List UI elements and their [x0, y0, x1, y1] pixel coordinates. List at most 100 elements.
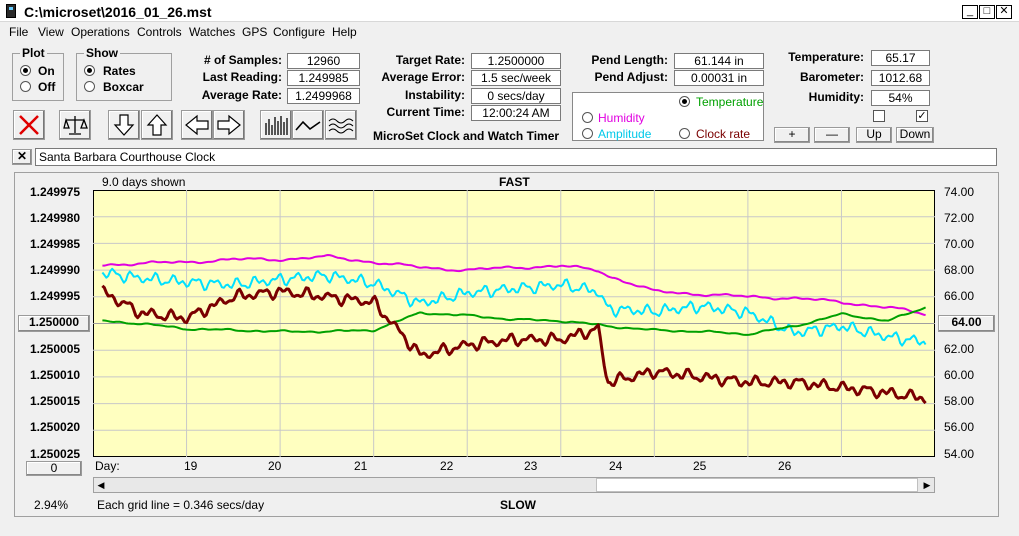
left-y-tick: 1.250025 [30, 447, 81, 461]
red-x-icon [19, 115, 39, 135]
instability-label: Instability: [404, 88, 465, 102]
plot-on-radio[interactable] [20, 65, 31, 76]
balance-button[interactable] [59, 110, 91, 140]
right-y-tick: 58.00 [944, 394, 975, 408]
waves-icon [328, 118, 354, 134]
up-arrow-button[interactable] [141, 110, 173, 140]
arrow-up-icon [146, 114, 168, 136]
pend-length-label: Pend Length: [591, 53, 668, 67]
x-tick: 19 [184, 459, 198, 473]
average-error-field: 1.5 sec/week [471, 70, 561, 86]
samples-field: 12960 [287, 53, 360, 69]
day-label: Day: [95, 459, 120, 473]
scroll-thumb[interactable] [596, 478, 918, 492]
x-tick: 20 [268, 459, 282, 473]
pend-adjust-label: Pend Adjust: [594, 70, 668, 84]
menu-configure[interactable]: Configure [273, 25, 325, 39]
bar-graph-icon [265, 116, 288, 135]
menu-controls[interactable]: Controls [137, 25, 182, 39]
days-shown-label: 9.0 days shown [102, 175, 186, 189]
minus-button[interactable]: — [814, 127, 850, 143]
instability-field: 0 secs/day [471, 88, 561, 104]
right-y-tick: 72.00 [944, 211, 975, 225]
rates-label: Rates [103, 64, 136, 78]
plot-area [93, 190, 935, 457]
right-y-tick: 68.00 [944, 263, 975, 277]
right-y-tick: 66.00 [944, 289, 975, 303]
average-rate-label: Average Rate: [201, 88, 282, 102]
humidity-field: 54% [871, 90, 930, 106]
arrow-down-icon [113, 114, 135, 136]
x-tick: 26 [778, 459, 792, 473]
plot-off-label: Off [38, 80, 56, 94]
show-group-label: Show [84, 46, 120, 60]
temperature-field: 65.17 [871, 50, 930, 66]
up-button[interactable]: Up [856, 127, 892, 143]
grid-note: Each grid line = 0.346 secs/day [97, 498, 265, 512]
left-y-tick: 1.250010 [30, 368, 81, 382]
stop-button[interactable] [13, 110, 45, 140]
bars-button[interactable] [260, 110, 292, 140]
menu-gps[interactable]: GPS [242, 25, 267, 39]
x-tick: 25 [693, 459, 707, 473]
zero-button[interactable]: 0 [26, 461, 82, 476]
temperature-radio[interactable] [679, 96, 690, 107]
barometer-label: Barometer: [799, 70, 864, 84]
wave-button[interactable] [325, 110, 357, 140]
menu-watches[interactable]: Watches [189, 25, 235, 39]
rates-radio[interactable] [84, 65, 95, 76]
left-y-tick: 1.250005 [30, 342, 81, 356]
plot-on-label: On [38, 64, 55, 78]
percent-label: 2.94% [34, 498, 69, 512]
left-y-tick: 1.250020 [30, 420, 81, 434]
maximize-button[interactable]: □ [979, 5, 995, 19]
checkbox-right[interactable]: ✓ [916, 110, 928, 122]
center-rate-button[interactable]: 1.250000 [18, 315, 90, 332]
clock-rate-radio[interactable] [679, 128, 690, 139]
x-tick: 21 [354, 459, 368, 473]
plot-group-label: Plot [20, 46, 47, 60]
boxcar-radio[interactable] [84, 81, 95, 92]
amplitude-radio[interactable] [582, 128, 593, 139]
menu-file[interactable]: File [9, 25, 28, 39]
left-y-tick: 1.249975 [30, 185, 81, 199]
down-arrow-button[interactable] [108, 110, 140, 140]
average-rate-field: 1.2499968 [287, 88, 360, 104]
clock-rate-option-label: Clock rate [696, 127, 751, 141]
last-reading-label: Last Reading: [202, 70, 282, 84]
humidity-radio[interactable] [582, 112, 593, 123]
target-rate-field: 1.2500000 [471, 53, 561, 69]
arrow-right-icon [217, 114, 241, 136]
temperature-option-label: Temperature [696, 95, 764, 109]
humidity-label: Humidity: [808, 90, 864, 104]
clear-name-button[interactable]: ✕ [12, 149, 32, 165]
minimize-button[interactable]: _ [962, 5, 978, 19]
left-arrow-button[interactable] [181, 110, 213, 140]
right-arrow-button[interactable] [213, 110, 245, 140]
left-y-tick: 1.250015 [30, 394, 81, 408]
menu-help[interactable]: Help [332, 25, 357, 39]
left-y-tick: 1.249985 [30, 237, 81, 251]
close-button[interactable]: ✕ [996, 5, 1012, 19]
down-button[interactable]: Down [896, 127, 934, 143]
line-button[interactable] [292, 110, 324, 140]
watch-name-input[interactable]: Santa Barbara Courthouse Clock [35, 148, 997, 166]
scroll-right-icon[interactable]: ▶ [920, 478, 934, 492]
right-y-tick: 54.00 [944, 447, 975, 461]
checkbox-left[interactable] [873, 110, 885, 122]
plot-off-radio[interactable] [20, 81, 31, 92]
scroll-left-icon[interactable]: ◀ [94, 478, 108, 492]
x-tick: 24 [609, 459, 623, 473]
menu-view[interactable]: View [38, 25, 64, 39]
product-name: MicroSet Clock and Watch Timer [373, 129, 560, 143]
right-y-tick: 70.00 [944, 237, 975, 251]
left-y-tick: 1.249990 [30, 263, 81, 277]
left-y-tick: 1.249995 [30, 289, 81, 303]
amplitude-option-label: Amplitude [598, 127, 652, 141]
x-tick: 23 [524, 459, 538, 473]
plus-button[interactable]: + [774, 127, 810, 143]
left-y-tick: 1.249980 [30, 211, 81, 225]
samples-label: # of Samples: [203, 53, 282, 67]
center-temp-button[interactable]: 64.00 [938, 315, 995, 332]
menu-operations[interactable]: Operations [71, 25, 130, 39]
